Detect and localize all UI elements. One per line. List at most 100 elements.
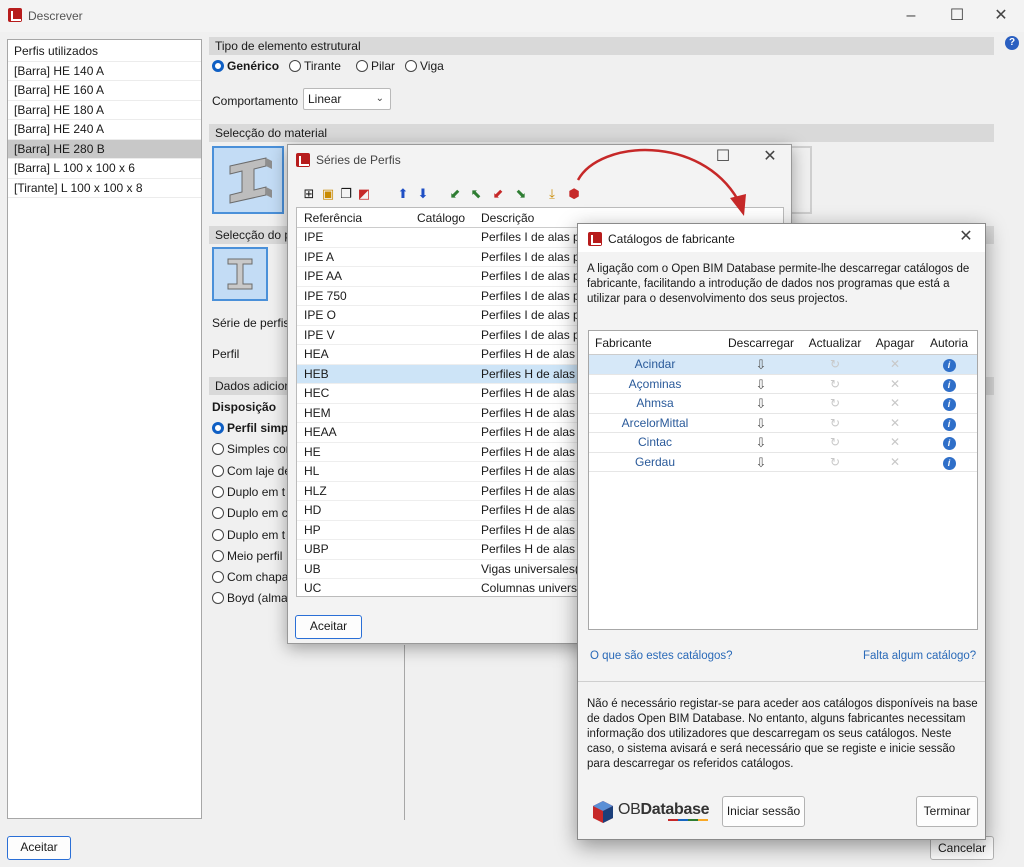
move-down-icon[interactable]: ⬇ bbox=[416, 187, 430, 201]
radio-icon[interactable] bbox=[212, 528, 224, 541]
col-download[interactable]: Descarregar bbox=[721, 331, 801, 355]
radio-icon[interactable] bbox=[212, 464, 224, 477]
window-titlebar: Descrever – ☐ ✕ bbox=[0, 0, 1024, 32]
help-icon[interactable]: ? bbox=[1005, 36, 1019, 50]
info-icon: i bbox=[942, 437, 956, 450]
download-icon[interactable]: ⇩ bbox=[721, 453, 801, 473]
used-profiles-header: Perfis utilizados bbox=[8, 42, 201, 62]
import-icon[interactable]: ⬋ bbox=[448, 187, 462, 201]
manufacturer-row[interactable]: Açominas ⇩ ↻ ✕ i bbox=[589, 375, 977, 395]
col-reference[interactable]: Referência bbox=[304, 208, 404, 228]
export-multi-icon[interactable]: ⬊ bbox=[514, 187, 528, 201]
radio-icon[interactable] bbox=[356, 60, 368, 72]
minimize-button[interactable]: – bbox=[888, 0, 934, 32]
download-catalog-icon[interactable]: ⤓ bbox=[545, 187, 559, 201]
authorship-info-icon[interactable]: i bbox=[921, 355, 977, 375]
disposition-option[interactable]: Meio perfil bbox=[212, 549, 282, 563]
authorship-info-icon[interactable]: i bbox=[921, 433, 977, 453]
used-profile-item[interactable]: [Barra] HE 160 A bbox=[8, 81, 201, 101]
col-authorship[interactable]: Autoria bbox=[921, 331, 977, 355]
disposition-option[interactable]: Simples cor bbox=[212, 442, 290, 456]
accept-button[interactable]: Aceitar bbox=[7, 836, 71, 860]
used-profile-item[interactable]: [Barra] L 100 x 100 x 6 bbox=[8, 159, 201, 179]
radio-icon[interactable] bbox=[212, 485, 224, 498]
copy-icon[interactable]: ❐ bbox=[339, 187, 353, 201]
export-icon[interactable]: ⬉ bbox=[469, 187, 483, 201]
download-icon[interactable]: ⇩ bbox=[721, 355, 801, 375]
download-icon[interactable]: ⇩ bbox=[721, 433, 801, 453]
move-up-icon[interactable]: ⬆ bbox=[396, 187, 410, 201]
finish-button[interactable]: Terminar bbox=[916, 796, 978, 827]
series-accept-button[interactable]: Aceitar bbox=[295, 615, 362, 639]
radio-icon[interactable] bbox=[212, 60, 224, 72]
close-window-button[interactable]: ✕ bbox=[978, 0, 1024, 32]
col-delete[interactable]: Apagar bbox=[869, 331, 921, 355]
what-are-catalogs-link[interactable]: O que são estes catálogos? bbox=[590, 650, 733, 662]
disposition-option[interactable]: Perfil simpl bbox=[212, 421, 292, 435]
update-icon: ↻ bbox=[829, 454, 841, 469]
series-cell-ref: IPE O bbox=[304, 308, 337, 322]
radio-icon[interactable] bbox=[212, 571, 224, 584]
download-icon[interactable]: ⇩ bbox=[721, 375, 801, 395]
radio-icon[interactable] bbox=[212, 549, 224, 562]
catalog-close-button[interactable]: ✕ bbox=[948, 221, 984, 253]
manufacturer-row[interactable]: Cintac ⇩ ↻ ✕ i bbox=[589, 433, 977, 453]
radio-icon[interactable] bbox=[289, 60, 301, 72]
authorship-info-icon[interactable]: i bbox=[921, 414, 977, 434]
radio-icon[interactable] bbox=[212, 592, 224, 605]
window-title: Descrever bbox=[28, 9, 83, 23]
logo-color-bar bbox=[668, 819, 708, 821]
disposition-option[interactable]: Boyd (alma bbox=[212, 591, 288, 605]
download-icon[interactable]: ⇩ bbox=[721, 414, 801, 434]
col-catalog[interactable]: Catálogo bbox=[417, 208, 477, 228]
profile-series-label: Série de perfis bbox=[212, 316, 290, 330]
profile-series-title: Séries de Perfis bbox=[316, 153, 401, 167]
col-manufacturer[interactable]: Fabricante bbox=[595, 331, 652, 355]
radio-icon[interactable] bbox=[405, 60, 417, 72]
manufacturer-row[interactable]: Gerdau ⇩ ↻ ✕ i bbox=[589, 453, 977, 473]
manufacturer-row[interactable]: ArcelorMittal ⇩ ↻ ✕ i bbox=[589, 414, 977, 434]
type-option-2[interactable]: Pilar bbox=[356, 59, 395, 73]
used-profile-item[interactable]: [Barra] HE 180 A bbox=[8, 101, 201, 120]
authorship-info-icon[interactable]: i bbox=[921, 453, 977, 473]
new-icon[interactable]: ⊞ bbox=[302, 187, 316, 201]
delete-icon[interactable]: ◩ bbox=[357, 187, 371, 201]
missing-catalog-link[interactable]: Falta algum catálogo? bbox=[863, 650, 976, 662]
type-option-0[interactable]: Genérico bbox=[212, 59, 279, 73]
used-profile-item[interactable]: [Barra] HE 240 A bbox=[8, 120, 201, 140]
app-icon bbox=[8, 8, 22, 22]
manufacturer-table-header: Fabricante Descarregar Actualizar Apagar… bbox=[589, 331, 977, 355]
disposition-option[interactable]: Com laje de bbox=[212, 464, 291, 478]
material-steel-thumbnail[interactable] bbox=[212, 146, 284, 214]
used-profile-item[interactable]: [Barra] HE 140 A bbox=[8, 62, 201, 81]
type-option-1[interactable]: Tirante bbox=[289, 59, 341, 73]
maximize-button[interactable]: ☐ bbox=[934, 0, 980, 32]
authorship-info-icon[interactable]: i bbox=[921, 375, 977, 395]
import-red-icon[interactable]: ⬋ bbox=[491, 187, 505, 201]
radio-icon[interactable] bbox=[212, 422, 224, 434]
series-cell-ref: HL bbox=[304, 464, 320, 478]
used-profile-item[interactable]: [Tirante] L 100 x 100 x 8 bbox=[8, 179, 201, 198]
structural-type-section-title: Tipo de elemento estrutural bbox=[209, 37, 994, 55]
download-icon[interactable]: ⇩ bbox=[721, 394, 801, 414]
login-button[interactable]: Iniciar sessão bbox=[722, 796, 805, 827]
authorship-info-icon[interactable]: i bbox=[921, 394, 977, 414]
radio-icon[interactable] bbox=[212, 443, 224, 456]
catalog-intro-text: A ligação com o Open BIM Database permit… bbox=[587, 263, 970, 305]
profile-i-thumbnail[interactable] bbox=[212, 247, 268, 301]
disposition-option[interactable]: Duplo em t bbox=[212, 485, 285, 499]
series-cell-ref: HD bbox=[304, 503, 322, 517]
disposition-option-label: Perfil simpl bbox=[227, 421, 292, 435]
disposition-option[interactable]: Duplo em c bbox=[212, 506, 288, 520]
manufacturer-row[interactable]: Acindar ⇩ ↻ ✕ i bbox=[589, 355, 977, 375]
disposition-option[interactable]: Duplo em t bbox=[212, 528, 285, 542]
disposition-option[interactable]: Com chapa bbox=[212, 570, 288, 584]
behavior-select[interactable]: Linear ⌄ bbox=[303, 88, 391, 110]
radio-icon[interactable] bbox=[212, 507, 224, 520]
col-update[interactable]: Actualizar bbox=[803, 331, 867, 355]
series-cell-ref: UC bbox=[304, 581, 322, 595]
used-profile-item[interactable]: [Barra] HE 280 B bbox=[8, 139, 201, 159]
open-icon[interactable]: ▣ bbox=[321, 187, 335, 201]
manufacturer-row[interactable]: Ahmsa ⇩ ↻ ✕ i bbox=[589, 394, 977, 414]
type-option-3[interactable]: Viga bbox=[405, 59, 444, 73]
